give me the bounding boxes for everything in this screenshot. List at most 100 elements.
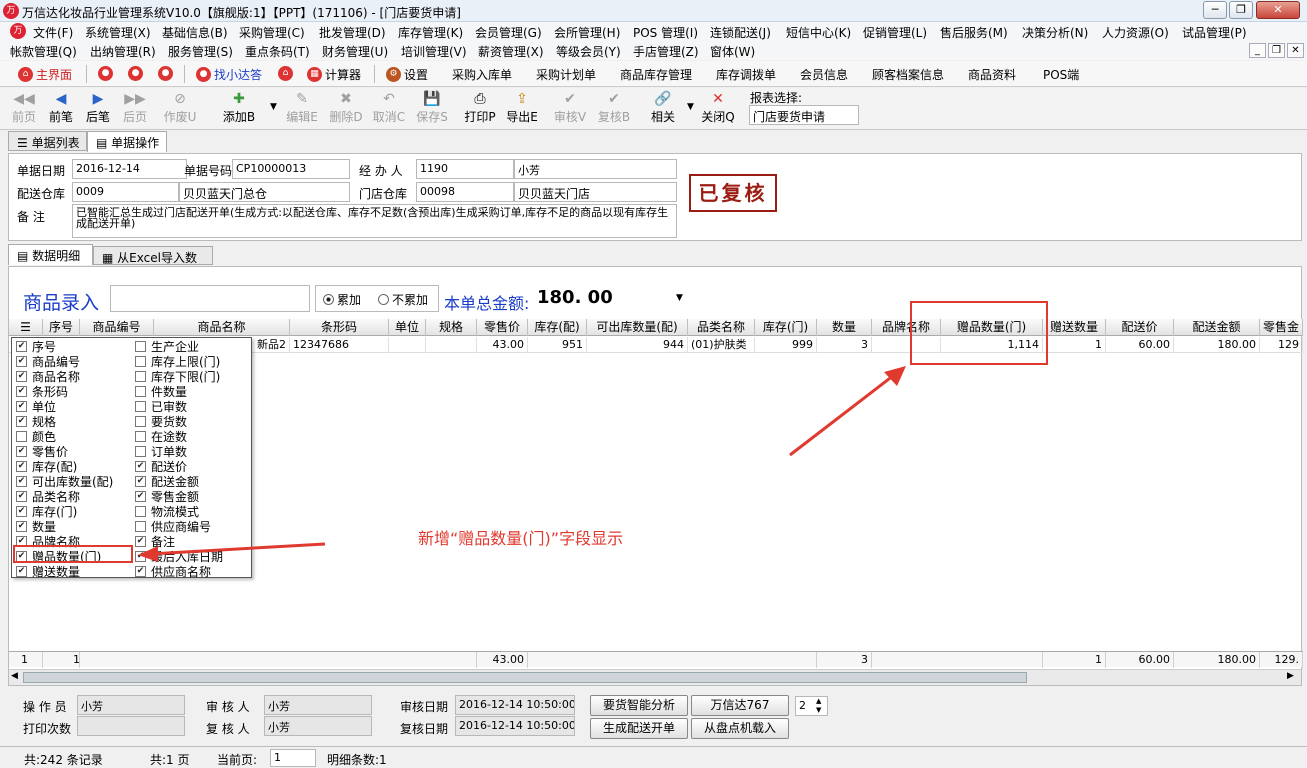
checkbox[interactable] (135, 386, 146, 397)
save-button[interactable]: 💾 保存S (414, 90, 450, 125)
cell-dist-price[interactable]: 60.00 (1106, 337, 1174, 353)
menu-analysis[interactable]: 决策分析(N) (1022, 24, 1088, 41)
checkbox[interactable]: ✔ (16, 356, 27, 367)
column-option[interactable]: ✔ 库存(门) (16, 504, 77, 519)
column-option[interactable]: ✔ 数量 (16, 519, 56, 534)
quick-link-pos[interactable]: POS端 (1043, 66, 1079, 83)
col-header[interactable]: 可出库数量(配) (587, 319, 688, 336)
column-option[interactable]: 订单数 (135, 444, 187, 459)
edit-button[interactable]: ✎ 编辑E (284, 90, 320, 125)
col-header[interactable]: 零售金 (1260, 319, 1303, 336)
spin-input[interactable]: 2 (795, 696, 828, 716)
checkbox[interactable]: ✔ (16, 386, 27, 397)
col-header[interactable]: 零售价 (477, 319, 528, 336)
tab-doc-list[interactable]: ☰ 单据列表 (8, 131, 87, 151)
checkbox[interactable] (16, 431, 27, 442)
checkbox[interactable] (135, 431, 146, 442)
mdi-close-button[interactable]: ✕ (1287, 43, 1304, 58)
menu-service[interactable]: 售后服务(M) (940, 24, 1008, 41)
menu-pos[interactable]: POS 管理(I) (633, 24, 698, 41)
checkbox[interactable] (135, 521, 146, 532)
cell-category[interactable]: (01)护肤类 (688, 337, 755, 353)
quick-link-purchase-in[interactable]: 采购入库单 (452, 66, 512, 83)
radio-accumulate[interactable]: 累加 (323, 291, 361, 308)
menu-accounts[interactable]: 帐款管理(Q) (10, 43, 77, 60)
menu-basic[interactable]: 基础信息(B) (162, 24, 228, 41)
cell-retail-amount[interactable]: 129 (1260, 337, 1303, 353)
column-option[interactable]: ✔ 商品编号 (16, 354, 80, 369)
checkbox[interactable]: ✔ (135, 566, 146, 577)
menu-training[interactable]: 培训管理(V) (401, 43, 467, 60)
checkbox[interactable]: ✔ (135, 536, 146, 547)
tab-data-detail[interactable]: ▤ 数据明细 (8, 244, 93, 265)
cell-available[interactable]: 944 (587, 337, 688, 353)
col-header[interactable]: 商品名称 (154, 319, 290, 336)
column-option[interactable]: ✔ 商品名称 (16, 369, 80, 384)
tab-excel-import[interactable]: ▦ 从Excel导入数据 (93, 246, 213, 282)
menu-trial[interactable]: 试品管理(P) (1182, 24, 1247, 41)
checkbox[interactable] (135, 446, 146, 457)
column-option[interactable]: ✔ 备注 (135, 534, 175, 549)
checkbox[interactable]: ✔ (135, 551, 146, 562)
total-dropdown-icon[interactable]: ▼ (676, 293, 683, 303)
column-option[interactable]: 要货数 (135, 414, 187, 429)
scroll-left-icon[interactable]: ◀ (11, 671, 18, 681)
menu-promo[interactable]: 促销管理(L) (863, 24, 927, 41)
load-from-scanner-button[interactable]: 从盘点机载入 (691, 718, 789, 739)
col-header[interactable]: 库存(配) (528, 319, 587, 336)
col-header[interactable]: 规格 (426, 319, 477, 336)
radio-no-accumulate[interactable]: 不累加 (378, 291, 428, 308)
column-option[interactable]: 库存上限(门) (135, 354, 220, 369)
column-option[interactable]: ✔ 零售价 (16, 444, 68, 459)
related-dropdown-icon[interactable]: ▼ (687, 102, 694, 112)
column-option[interactable]: ✔ 赠送数量 (16, 564, 80, 579)
finder-link[interactable]: ● 找小达答 (196, 66, 262, 83)
add-button[interactable]: ✚ 添加B (219, 90, 259, 125)
column-option[interactable]: ✔ 可出库数量(配) (16, 474, 113, 489)
menu-barcode[interactable]: 重点条码(T) (245, 43, 310, 60)
checkbox[interactable]: ✔ (16, 476, 27, 487)
menu-stock[interactable]: 库存管理(K) (398, 24, 463, 41)
store-id-field[interactable]: 00098 (416, 182, 514, 202)
column-option[interactable]: 已审数 (135, 399, 187, 414)
cell-dist-amount[interactable]: 180.00 (1174, 337, 1260, 353)
handler-id-field[interactable]: 1190 (416, 159, 514, 179)
product-entry-input[interactable] (110, 285, 310, 312)
checkbox[interactable]: ✔ (16, 371, 27, 382)
menu-purchase[interactable]: 采购管理(C) (239, 24, 305, 41)
column-option[interactable]: ✔ 单位 (16, 399, 56, 414)
mdi-restore-button[interactable]: ❐ (1268, 43, 1285, 58)
mdi-minimize-button[interactable]: _ (1249, 43, 1266, 58)
menu-hr[interactable]: 人力资源(O) (1102, 24, 1169, 41)
menu-chain[interactable]: 连锁配送(J) (710, 24, 771, 41)
spin-arrows-icon[interactable]: ▲ ▼ (816, 697, 821, 715)
menu-finance[interactable]: 财务管理(U) (322, 43, 388, 60)
cell-unit[interactable] (389, 337, 426, 353)
column-option[interactable]: ✔ 规格 (16, 414, 56, 429)
column-option[interactable]: 库存下限(门) (135, 369, 220, 384)
date-field[interactable]: 2016-12-14 (72, 159, 187, 179)
chat-shortcut[interactable]: ● (128, 66, 143, 81)
tab-doc-operation[interactable]: ▤ 单据操作 (87, 131, 167, 152)
next-record-button[interactable]: ▶ 后笔 (80, 90, 116, 125)
house-shortcut[interactable]: ⌂ (278, 66, 293, 81)
menu-club[interactable]: 会所管理(H) (554, 24, 620, 41)
col-header[interactable]: 序号 (43, 319, 80, 336)
current-page-input[interactable]: 1 (270, 749, 316, 767)
menu-system[interactable]: 系统管理(X) (85, 24, 151, 41)
export-button[interactable]: ⇪ 导出E (504, 90, 540, 125)
column-chooser-button[interactable]: ☰ (9, 319, 43, 336)
related-button[interactable]: 🔗 相关 (645, 90, 681, 125)
first-page-button[interactable]: ◀◀ 前页 (6, 90, 42, 125)
column-option[interactable]: 件数量 (135, 384, 187, 399)
checkbox[interactable]: ✔ (135, 491, 146, 502)
column-option[interactable]: 颜色 (16, 429, 56, 444)
col-header[interactable]: 配送价 (1106, 319, 1174, 336)
delete-button[interactable]: ✖ 删除D (328, 90, 364, 125)
column-option[interactable]: ✔ 配送金额 (135, 474, 199, 489)
note-field[interactable]: 已智能汇总生成过门店配送开单(生成方式:以配送仓库、库存不足数(含预出库)生成采… (72, 204, 677, 238)
menu-wholesale[interactable]: 批发管理(D) (319, 24, 386, 41)
column-option[interactable]: ✔ 零售金额 (135, 489, 199, 504)
cell-bonus-qty[interactable]: 1 (1043, 337, 1106, 353)
checkbox[interactable] (135, 371, 146, 382)
